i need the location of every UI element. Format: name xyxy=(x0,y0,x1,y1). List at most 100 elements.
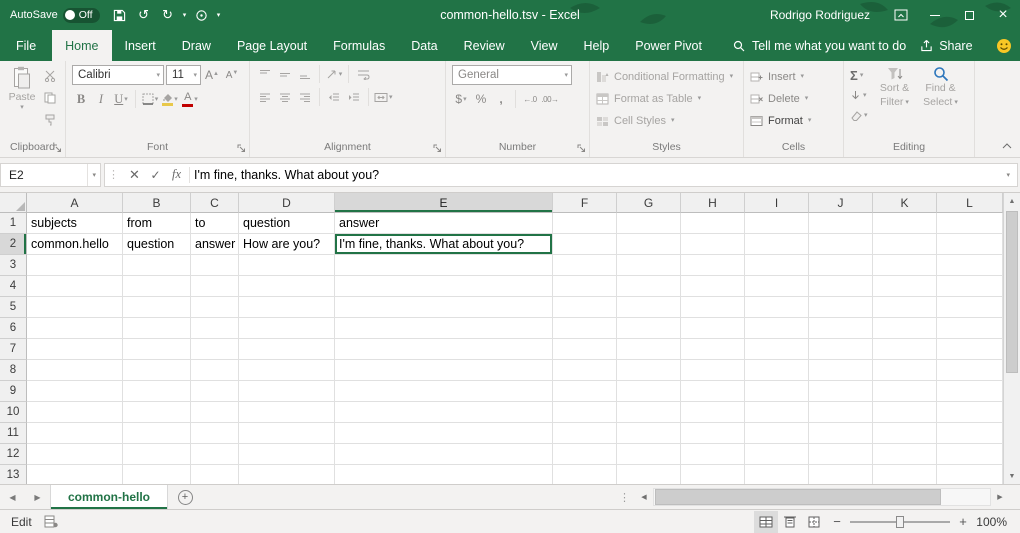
row-header-9[interactable]: 9 xyxy=(0,381,27,402)
page-layout-view-button[interactable] xyxy=(778,511,802,533)
comma-style-button[interactable]: , xyxy=(492,90,510,108)
cell-H4[interactable] xyxy=(681,276,745,297)
cell-E4[interactable] xyxy=(335,276,553,297)
cell-A4[interactable] xyxy=(27,276,123,297)
cell-E6[interactable] xyxy=(335,318,553,339)
touch-mouse-mode-button[interactable] xyxy=(190,0,214,30)
cell-B7[interactable] xyxy=(123,339,191,360)
cell-A1[interactable]: subjects xyxy=(27,213,123,234)
cell-K3[interactable] xyxy=(873,255,937,276)
cell-J11[interactable] xyxy=(809,423,873,444)
column-header-J[interactable]: J xyxy=(809,193,873,213)
scroll-left-button[interactable]: ◀ xyxy=(636,485,652,509)
cell-E8[interactable] xyxy=(335,360,553,381)
cell-D13[interactable] xyxy=(239,465,335,484)
cell-F5[interactable] xyxy=(553,297,617,318)
cell-F9[interactable] xyxy=(553,381,617,402)
sort-filter-button[interactable]: Sort & Filter▾ xyxy=(872,65,918,140)
horizontal-scrollbar-thumb[interactable] xyxy=(655,489,941,505)
horizontal-scrollbar-track[interactable] xyxy=(653,488,991,506)
share-button[interactable]: Share xyxy=(906,30,986,61)
cell-B5[interactable] xyxy=(123,297,191,318)
cell-A11[interactable] xyxy=(27,423,123,444)
cell-A3[interactable] xyxy=(27,255,123,276)
borders-button[interactable]: ▾ xyxy=(141,90,159,108)
tab-data[interactable]: Data xyxy=(398,30,450,61)
cell-L8[interactable] xyxy=(937,360,1003,381)
cell-G7[interactable] xyxy=(617,339,681,360)
alignment-dialog-launcher[interactable] xyxy=(432,143,443,154)
column-header-D[interactable]: D xyxy=(239,193,335,213)
cell-H7[interactable] xyxy=(681,339,745,360)
cell-H8[interactable] xyxy=(681,360,745,381)
cell-styles-button[interactable]: Cell Styles ▾ xyxy=(596,111,737,130)
collapse-ribbon-button[interactable] xyxy=(999,139,1015,153)
sheet-nav-right-button[interactable]: ▶ xyxy=(25,485,50,509)
cell-J9[interactable] xyxy=(809,381,873,402)
autosum-button[interactable]: Σ ▾ xyxy=(850,67,868,84)
find-select-button[interactable]: Find & Select▾ xyxy=(918,65,964,140)
cell-J2[interactable] xyxy=(809,234,873,255)
zoom-slider[interactable] xyxy=(848,511,952,533)
delete-cells-button[interactable]: Delete ▾ xyxy=(750,89,837,108)
cell-L3[interactable] xyxy=(937,255,1003,276)
cell-K8[interactable] xyxy=(873,360,937,381)
cell-I9[interactable] xyxy=(745,381,809,402)
cell-A2[interactable]: common.hello xyxy=(27,234,123,255)
cell-C2[interactable]: answer xyxy=(191,234,239,255)
formula-input[interactable]: I'm fine, thanks. What about you? xyxy=(194,168,999,182)
tab-help[interactable]: Help xyxy=(571,30,623,61)
top-align-button[interactable] xyxy=(256,65,274,83)
cell-G10[interactable] xyxy=(617,402,681,423)
user-name[interactable]: Rodrigo Rodriguez xyxy=(770,8,870,22)
cell-J6[interactable] xyxy=(809,318,873,339)
cell-I5[interactable] xyxy=(745,297,809,318)
redo-button[interactable]: ↻ xyxy=(156,0,180,30)
decrease-font-size-button[interactable]: A▼ xyxy=(223,66,241,84)
cell-L4[interactable] xyxy=(937,276,1003,297)
cell-K5[interactable] xyxy=(873,297,937,318)
cell-F10[interactable] xyxy=(553,402,617,423)
cell-K11[interactable] xyxy=(873,423,937,444)
insert-cells-button[interactable]: Insert ▾ xyxy=(750,67,837,86)
cell-L11[interactable] xyxy=(937,423,1003,444)
cell-B13[interactable] xyxy=(123,465,191,484)
cell-E13[interactable] xyxy=(335,465,553,484)
cell-H13[interactable] xyxy=(681,465,745,484)
cell-A8[interactable] xyxy=(27,360,123,381)
minimize-button[interactable] xyxy=(918,0,952,30)
tab-draw[interactable]: Draw xyxy=(169,30,224,61)
cell-A9[interactable] xyxy=(27,381,123,402)
cell-G5[interactable] xyxy=(617,297,681,318)
zoom-in-button[interactable]: + xyxy=(952,514,974,529)
cell-H5[interactable] xyxy=(681,297,745,318)
tab-insert[interactable]: Insert xyxy=(112,30,169,61)
close-button[interactable]: × xyxy=(986,0,1020,30)
decrease-decimal-button[interactable]: .00→ xyxy=(541,90,559,108)
align-left-button[interactable] xyxy=(256,88,274,106)
cell-L6[interactable] xyxy=(937,318,1003,339)
row-header-10[interactable]: 10 xyxy=(0,402,27,423)
row-header-3[interactable]: 3 xyxy=(0,255,27,276)
cell-B10[interactable] xyxy=(123,402,191,423)
cell-K7[interactable] xyxy=(873,339,937,360)
cell-K13[interactable] xyxy=(873,465,937,484)
number-dialog-launcher[interactable] xyxy=(576,143,587,154)
cell-D3[interactable] xyxy=(239,255,335,276)
tab-review[interactable]: Review xyxy=(451,30,518,61)
cell-I12[interactable] xyxy=(745,444,809,465)
formula-bar-resize-handle[interactable]: ⋮ xyxy=(105,168,124,181)
cell-H3[interactable] xyxy=(681,255,745,276)
cell-E2[interactable]: I'm fine, thanks. What about you? xyxy=(335,234,553,255)
enter-button[interactable]: ✓ xyxy=(145,168,166,182)
cell-L10[interactable] xyxy=(937,402,1003,423)
cell-D1[interactable]: question xyxy=(239,213,335,234)
cell-B9[interactable] xyxy=(123,381,191,402)
row-header-6[interactable]: 6 xyxy=(0,318,27,339)
italic-button[interactable]: I xyxy=(92,90,110,108)
column-header-H[interactable]: H xyxy=(681,193,745,213)
horizontal-scrollbar[interactable]: ◀ ▶ xyxy=(636,485,1008,509)
cell-L5[interactable] xyxy=(937,297,1003,318)
cell-E9[interactable] xyxy=(335,381,553,402)
wrap-text-button[interactable] xyxy=(354,65,372,83)
